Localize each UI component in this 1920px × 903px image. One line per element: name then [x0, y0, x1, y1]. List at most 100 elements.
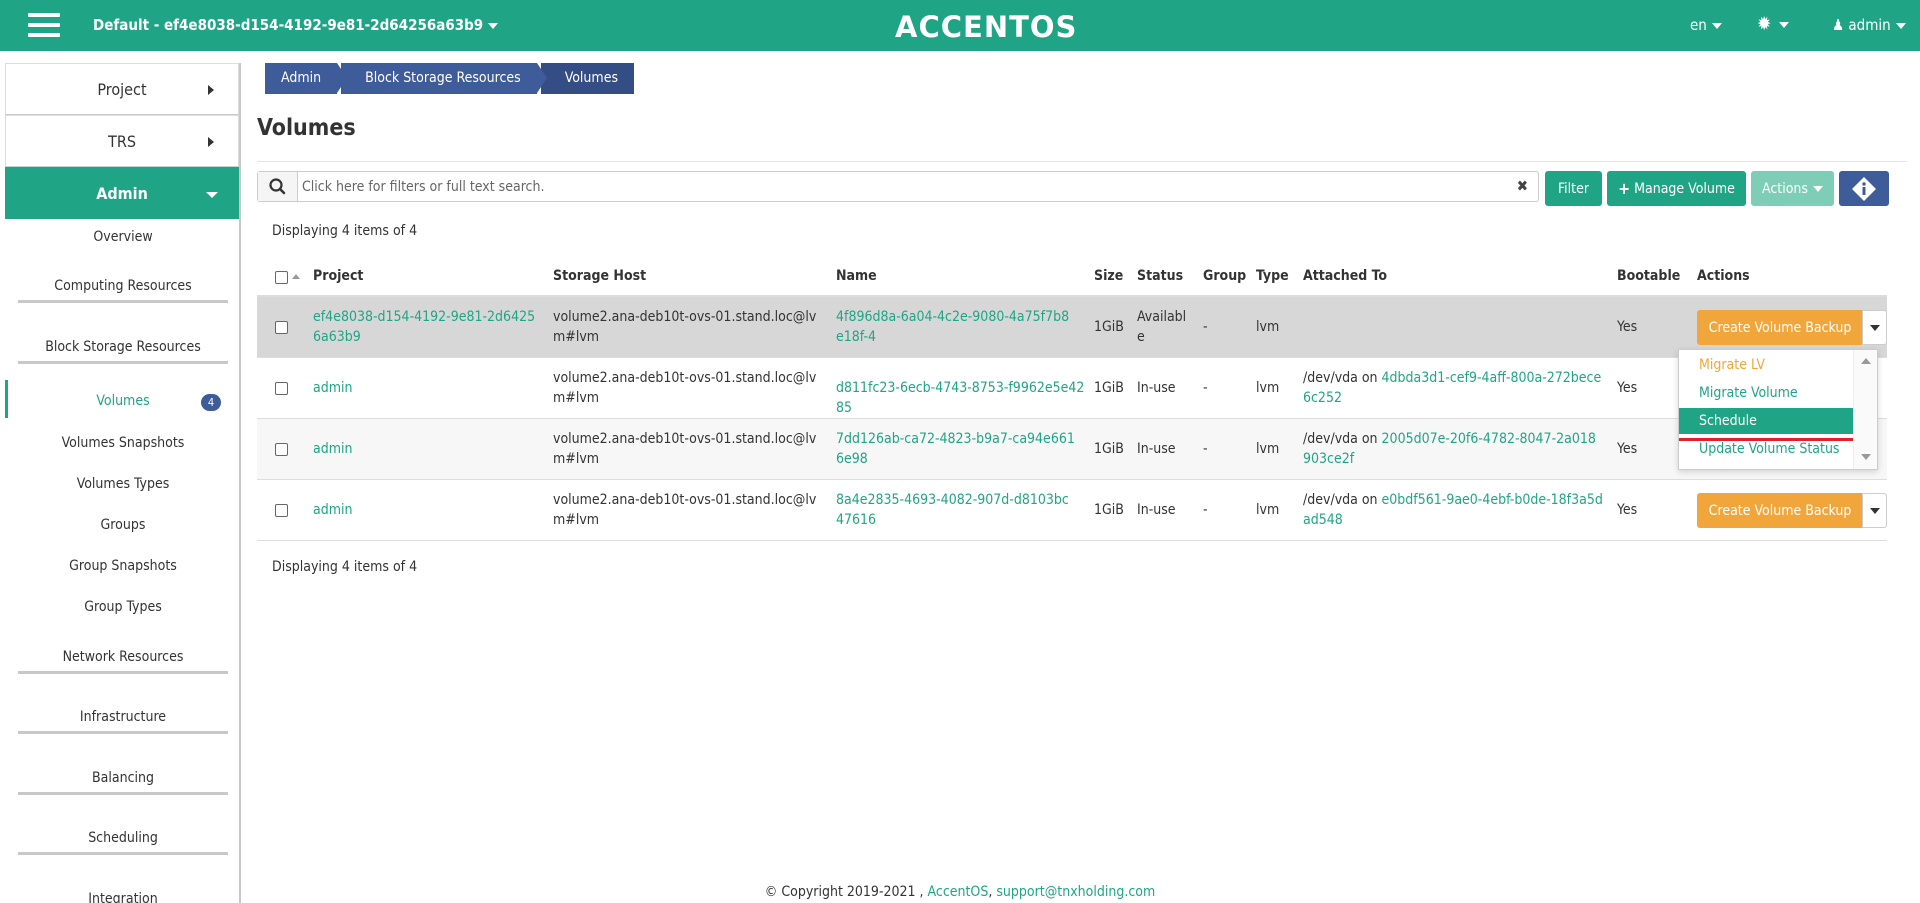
items-count-bottom: Displaying 4 items of 4 — [272, 559, 418, 575]
col-actions: Actions — [1697, 268, 1750, 284]
breadcrumb-block-storage[interactable]: Block Storage Resources — [341, 63, 547, 94]
sidebar: Project TRS Admin Overview Computing Res… — [5, 63, 241, 903]
manage-volume-button[interactable]: + Manage Volume — [1607, 171, 1746, 206]
sidebar-menu-label: Project — [97, 79, 147, 99]
sidebar-item-overview[interactable]: Overview — [5, 229, 239, 245]
attached-to: /dev/vda on 4dbda3d1-cef9-4aff-800a-272b… — [1303, 368, 1603, 408]
sidebar-group-block-storage[interactable]: Block Storage Resources — [18, 339, 228, 364]
col-storage-host[interactable]: Storage Host — [553, 268, 646, 284]
storage-host: volume2.ana-deb10t-ovs-01.stand.loc@lvm#… — [553, 309, 817, 345]
volume-type: lvm — [1256, 441, 1280, 457]
menu-item-update-volume-status[interactable]: Update Volume Status — [1679, 436, 1853, 462]
support-email-link[interactable]: support@tnxholding.com — [996, 884, 1155, 900]
table-row: ef4e8038-d154-4192-9e81-2d64256a63b9 vol… — [257, 297, 1887, 358]
footer-separator: , — [988, 884, 993, 900]
row-actions-dropdown-toggle[interactable] — [1862, 310, 1887, 345]
volume-name-link[interactable]: 8a4e2835-4693-4082-907d-d8103bc47616 — [836, 490, 1076, 530]
row-actions-menu: Migrate LV Migrate Volume Schedule Updat… — [1678, 349, 1878, 470]
chevron-down-icon — [1779, 21, 1790, 28]
sidebar-menu-project[interactable]: Project — [5, 63, 239, 115]
volume-name-link[interactable]: d811fc23-6ecb-4743-8753-f9962e5e4285 — [836, 378, 1086, 418]
create-volume-backup-button[interactable]: Create Volume Backup — [1697, 493, 1863, 528]
project-link[interactable]: ef4e8038-d154-4192-9e81-2d64256a63b9 — [313, 307, 541, 347]
col-attached-to[interactable]: Attached To — [1303, 268, 1387, 284]
row-actions-dropdown-toggle[interactable] — [1862, 493, 1887, 528]
actions-button[interactable]: Actions — [1751, 171, 1834, 206]
volume-size: 1GiB — [1094, 380, 1124, 396]
col-project[interactable]: Project — [313, 268, 363, 284]
col-bootable[interactable]: Bootable — [1617, 268, 1680, 284]
storage-host: volume2.ana-deb10t-ovs-01.stand.loc@lvm#… — [553, 431, 817, 467]
select-all-checkbox[interactable] — [275, 271, 288, 284]
sidebar-group-infrastructure[interactable]: Infrastructure — [18, 709, 228, 734]
scroll-up-icon[interactable] — [1861, 358, 1871, 364]
sort-asc-icon[interactable] — [292, 274, 300, 279]
help-button[interactable] — [1839, 171, 1889, 206]
volume-size: 1GiB — [1094, 502, 1124, 518]
items-count: Displaying 4 items of 4 — [272, 223, 418, 239]
user-name: admin — [1848, 16, 1891, 34]
menu-item-migrate-volume[interactable]: Migrate Volume — [1679, 380, 1853, 406]
sidebar-group-computing-resources[interactable]: Computing Resources — [18, 278, 228, 303]
search-icon[interactable] — [258, 172, 298, 201]
sidebar-item-label: Volumes — [96, 393, 150, 409]
search-input[interactable] — [302, 172, 1482, 201]
col-size[interactable]: Size — [1094, 268, 1123, 284]
project-link[interactable]: admin — [313, 378, 352, 398]
menu-scrollbar[interactable] — [1853, 350, 1877, 469]
filter-button[interactable]: Filter — [1545, 171, 1602, 206]
sidebar-menu-label: TRS — [108, 131, 136, 151]
hamburger-menu-icon[interactable] — [28, 13, 60, 39]
volume-status: In-use — [1137, 380, 1176, 396]
row-checkbox[interactable] — [275, 443, 288, 456]
volume-size: 1GiB — [1094, 441, 1124, 457]
storage-host: volume2.ana-deb10t-ovs-01.stand.loc@lvm#… — [553, 370, 817, 406]
breadcrumb-volumes: Volumes — [540, 63, 635, 94]
row-checkbox[interactable] — [275, 504, 288, 517]
create-volume-backup-button[interactable]: Create Volume Backup — [1697, 310, 1863, 345]
footer: © Copyright 2019-2021 , AccentOS, suppor… — [0, 884, 1920, 900]
table-row: admin volume2.ana-deb10t-ovs-01.stand.lo… — [257, 419, 1887, 480]
volume-name-link[interactable]: 4f896d8a-6a04-4c2e-9080-4a75f7b8e18f-4 — [836, 307, 1076, 347]
theme-settings[interactable]: ✹ — [1757, 13, 1790, 35]
close-icon[interactable]: ✖ — [1517, 177, 1528, 195]
volume-bootable: Yes — [1617, 380, 1638, 396]
sidebar-item-volumes-types[interactable]: Volumes Types — [5, 476, 239, 492]
volume-group: - — [1203, 502, 1208, 518]
col-type[interactable]: Type — [1256, 268, 1289, 284]
attached-device: /dev/vda on — [1303, 370, 1378, 386]
chevron-down-icon — [1895, 22, 1906, 29]
project-link[interactable]: admin — [313, 500, 352, 520]
sidebar-menu-trs[interactable]: TRS — [5, 115, 239, 167]
sidebar-item-group-snapshots[interactable]: Group Snapshots — [5, 558, 239, 574]
menu-item-schedule[interactable]: Schedule — [1679, 408, 1853, 434]
language-selector[interactable]: en — [1690, 16, 1722, 34]
sidebar-item-volumes-snapshots[interactable]: Volumes Snapshots — [5, 435, 239, 451]
col-status[interactable]: Status — [1137, 268, 1183, 284]
scroll-down-icon[interactable] — [1861, 454, 1871, 460]
row-checkbox[interactable] — [275, 321, 288, 334]
sidebar-group-balancing[interactable]: Balancing — [18, 770, 228, 795]
col-name[interactable]: Name — [836, 268, 877, 284]
col-group[interactable]: Group — [1203, 268, 1246, 284]
volume-group: - — [1203, 319, 1208, 335]
user-menu[interactable]: ♟ admin — [1832, 16, 1906, 34]
volume-bootable: Yes — [1617, 502, 1638, 518]
project-selector[interactable]: Default - ef4e8038-d154-4192-9e81-2d6425… — [93, 16, 499, 34]
row-checkbox[interactable] — [275, 382, 288, 395]
attached-to: /dev/vda on 2005d07e-20f6-4782-8047-2a01… — [1303, 429, 1603, 469]
volume-name-link[interactable]: 7dd126ab-ca72-4823-b9a7-ca94e6616e98 — [836, 429, 1076, 469]
sidebar-group-network-resources[interactable]: Network Resources — [18, 649, 228, 674]
sidebar-menu-admin[interactable]: Admin — [5, 167, 239, 219]
sidebar-group-scheduling[interactable]: Scheduling — [18, 830, 228, 855]
sidebar-item-group-types[interactable]: Group Types — [5, 599, 239, 615]
sidebar-menu-label: Admin — [96, 183, 148, 203]
sidebar-item-volumes[interactable]: Volumes 4 — [5, 393, 239, 411]
project-link[interactable]: admin — [313, 439, 352, 459]
menu-item-migrate-lv[interactable]: Migrate LV — [1679, 352, 1853, 378]
breadcrumb-admin[interactable]: Admin — [265, 63, 348, 94]
brand-link[interactable]: AccentOS — [928, 884, 989, 900]
sidebar-item-groups[interactable]: Groups — [5, 517, 239, 533]
volume-type: lvm — [1256, 380, 1280, 396]
volume-bootable: Yes — [1617, 319, 1638, 335]
